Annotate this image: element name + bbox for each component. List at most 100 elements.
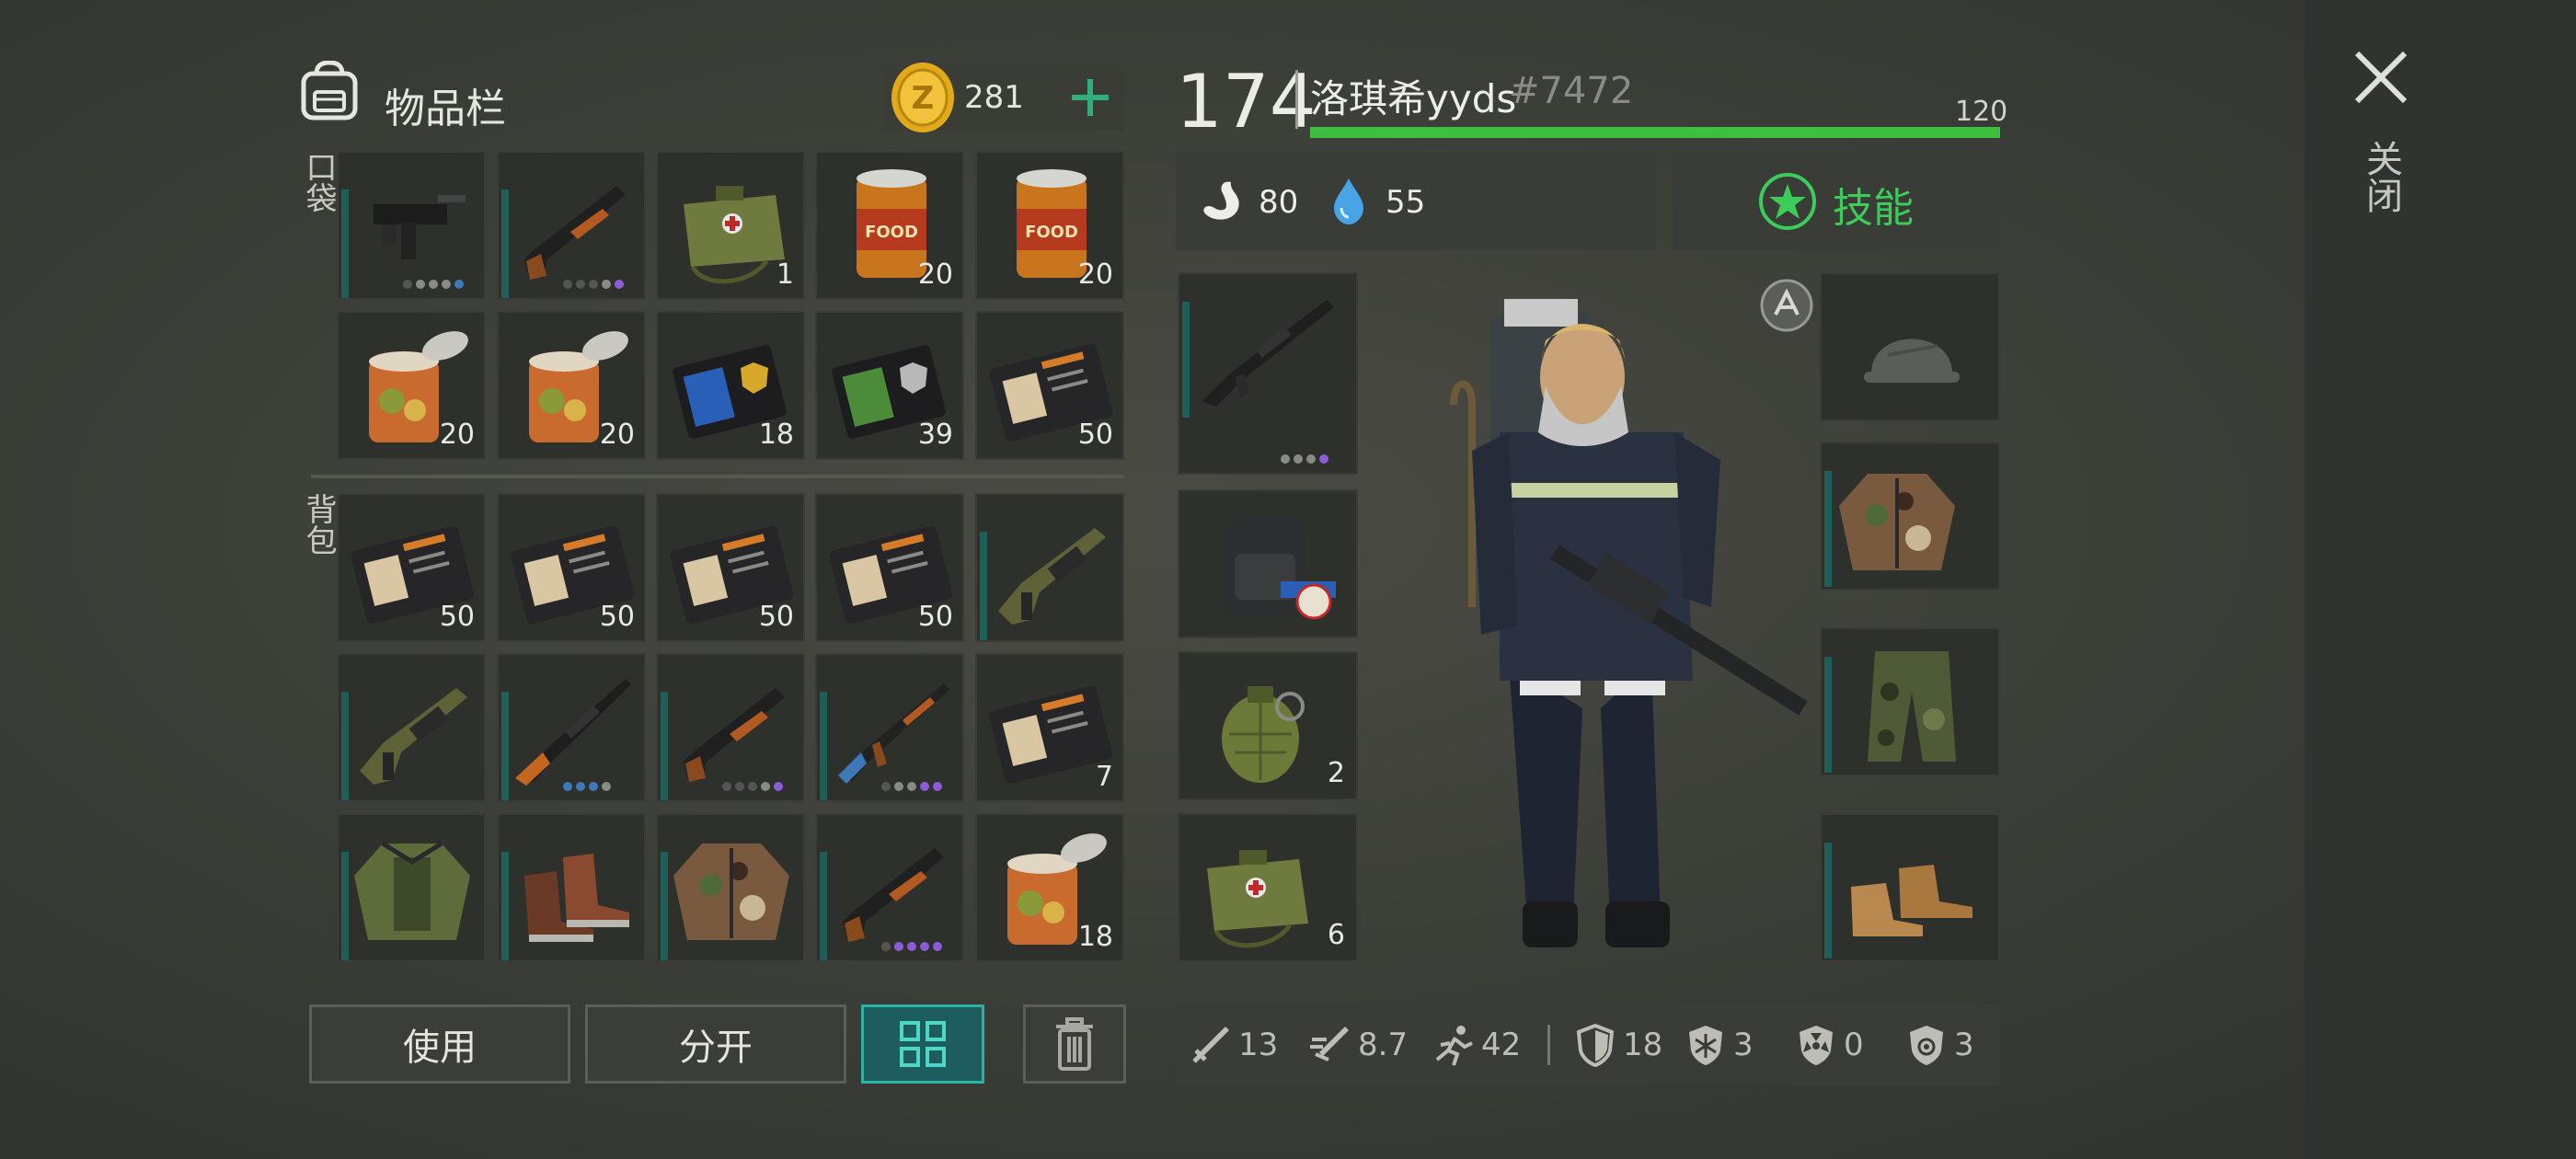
star-icon [1759, 173, 1816, 230]
radiation-icon [1800, 1026, 1833, 1065]
running-icon [1435, 1026, 1473, 1066]
quality-dots [563, 782, 611, 791]
thirst-value: 55 [1386, 184, 1426, 221]
paris-backpack-icon [1224, 517, 1336, 620]
stat-bio: 3 [1904, 1004, 1974, 1085]
pocket-item-slot[interactable]: 20 [497, 311, 646, 460]
quality-dots [722, 782, 783, 791]
item-count: 20 [1077, 258, 1113, 291]
quality-dots [1281, 454, 1328, 464]
attack-speed-icon [1310, 1027, 1349, 1061]
svg-text:FOOD: FOOD [865, 223, 918, 242]
backpack-item-slot[interactable] [497, 813, 646, 962]
backpack-item-slot[interactable]: 50 [815, 493, 964, 642]
pocket-item-slot[interactable] [337, 151, 486, 300]
equip-armor-slot[interactable] [1820, 442, 2000, 591]
player-character [1450, 299, 1808, 947]
quality-dots [881, 942, 942, 951]
quality-dots [881, 782, 942, 791]
level-separator [1295, 70, 1298, 129]
ak-rifle-icon [838, 683, 949, 784]
health-bar [1310, 127, 2000, 138]
backpack-item-slot[interactable] [815, 653, 964, 802]
medkit-bag-icon [1207, 850, 1308, 948]
shotgun-icon [684, 688, 785, 782]
quality-dots [403, 280, 464, 289]
pocket-item-slot[interactable]: 39 [815, 311, 964, 460]
item-count: 20 [439, 419, 475, 451]
health-value: 120 [1955, 96, 2008, 128]
stats-bar: 13 8.7 42 18 3 0 3 [1176, 1004, 2000, 1085]
player-name: 洛琪希yyds [1310, 76, 1517, 121]
right-side-panel [2305, 0, 2576, 1159]
use-button[interactable]: 使用 [309, 1004, 570, 1084]
add-coins-button[interactable] [1058, 61, 1122, 134]
split-button[interactable]: 分开 [585, 1004, 846, 1084]
equip-armor-slot[interactable] [1820, 272, 2000, 421]
camo-jacket-icon [1839, 474, 1955, 570]
item-count: 50 [599, 601, 635, 633]
svg-text:FOOD: FOOD [1025, 223, 1078, 242]
shotgun-icon [524, 186, 626, 280]
stat-attack-speed: 8.7 [1308, 1004, 1408, 1085]
backpack-item-slot[interactable] [815, 813, 964, 962]
delete-button[interactable] [1023, 1004, 1126, 1084]
backpack-item-slot[interactable] [337, 653, 486, 802]
grenade-launcher-icon [360, 688, 467, 785]
player-tag: #7472 [1509, 70, 1634, 112]
backpack-item-slot[interactable]: 7 [975, 653, 1124, 802]
equip-armor-slot[interactable] [1820, 627, 2000, 776]
clan-badge-icon [1760, 279, 1813, 332]
pocket-item-slot[interactable]: FOOD 20 [975, 151, 1124, 300]
backpack-item-slot[interactable]: 50 [337, 493, 486, 642]
equip-armor-slot[interactable] [1820, 813, 2000, 962]
uzi-icon [374, 195, 466, 259]
stat-speed: 42 [1432, 1004, 1521, 1085]
camo-jacket-icon [673, 843, 789, 940]
stomach-icon [1203, 181, 1239, 220]
backpack-item-slot[interactable] [975, 493, 1124, 642]
item-count: 7 [1095, 761, 1113, 793]
backpack-item-slot[interactable] [337, 813, 486, 962]
shield-icon [1576, 1023, 1615, 1067]
item-count: 18 [758, 419, 794, 451]
pocket-item-slot[interactable]: 18 [656, 311, 805, 460]
backpack-item-slot[interactable] [656, 653, 805, 802]
coin-icon: Z [891, 63, 954, 132]
inventory-title: 物品栏 [385, 86, 506, 132]
grenade-launcher-icon [998, 528, 1106, 625]
item-count: 20 [599, 419, 635, 451]
water-drop-icon [1334, 178, 1363, 224]
pocket-item-slot[interactable]: 50 [975, 311, 1124, 460]
grid-view-button[interactable] [861, 1004, 984, 1084]
pocket-item-slot[interactable] [497, 151, 646, 300]
backpack-item-slot[interactable]: 18 [975, 813, 1124, 962]
leather-shoes-icon [1851, 865, 1972, 936]
backpack-item-slot[interactable] [497, 653, 646, 802]
status-panel: 80 55 [1176, 153, 1656, 250]
close-icon[interactable] [2352, 48, 2410, 107]
pocket-item-slot[interactable]: FOOD 20 [815, 151, 964, 300]
grid-icon [900, 1021, 946, 1067]
sword-icon [1192, 1027, 1229, 1063]
item-count: 39 [917, 419, 953, 451]
item-count: 20 [917, 258, 953, 291]
plus-icon [1072, 79, 1109, 116]
equip-weapon-slot[interactable]: 6 [1178, 813, 1358, 962]
helmet-slot-empty-icon [1864, 339, 1960, 383]
equip-weapon-slot[interactable] [1178, 272, 1358, 475]
stats-separator [1547, 1025, 1550, 1065]
backpack-item-slot[interactable]: 50 [656, 493, 805, 642]
backpack-item-slot[interactable]: 50 [497, 493, 646, 642]
pocket-label: 口袋 [300, 151, 337, 213]
camo-pants-icon [1868, 651, 1956, 762]
frag-grenade-icon [1222, 686, 1305, 783]
pocket-item-slot[interactable]: 1 [656, 151, 805, 300]
equip-weapon-slot[interactable] [1178, 489, 1358, 638]
backpack-label: 背包 [300, 493, 337, 556]
close-label[interactable]: 关闭 [2360, 140, 2402, 222]
item-count: 50 [917, 601, 953, 633]
equip-weapon-slot[interactable]: 2 [1178, 651, 1358, 800]
pocket-item-slot[interactable]: 20 [337, 311, 486, 460]
backpack-item-slot[interactable] [656, 813, 805, 962]
